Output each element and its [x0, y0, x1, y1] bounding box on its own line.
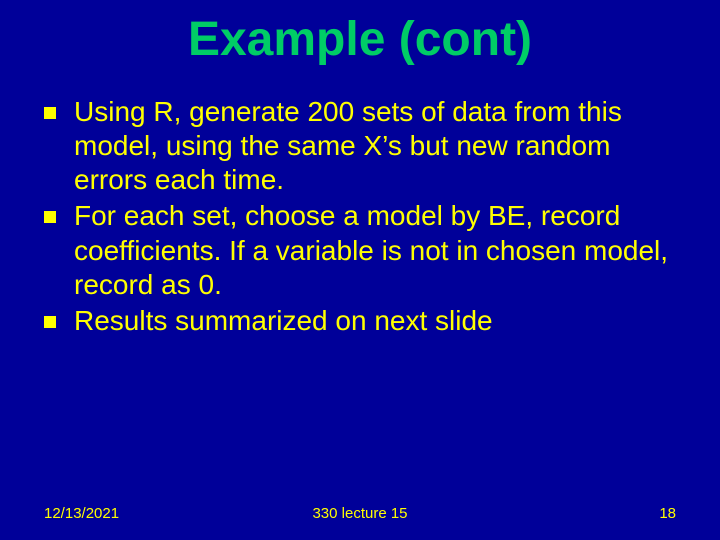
footer-center: 330 lecture 15 — [312, 505, 407, 522]
list-item: Results summarized on next slide — [44, 304, 680, 338]
slide-body: Using R, generate 200 sets of data from … — [0, 95, 720, 338]
footer-date: 12/13/2021 — [44, 505, 119, 522]
bullet-text: Using R, generate 200 sets of data from … — [74, 95, 680, 197]
slide-title: Example (cont) — [0, 0, 720, 95]
bullet-text: For each set, choose a model by BE, reco… — [74, 199, 680, 301]
bullet-icon — [44, 316, 56, 328]
list-item: Using R, generate 200 sets of data from … — [44, 95, 680, 197]
footer-page-number: 18 — [659, 505, 676, 522]
bullet-icon — [44, 107, 56, 119]
list-item: For each set, choose a model by BE, reco… — [44, 199, 680, 301]
bullet-icon — [44, 211, 56, 223]
bullet-text: Results summarized on next slide — [74, 304, 493, 338]
slide-footer: 12/13/2021 330 lecture 15 18 — [0, 505, 720, 522]
